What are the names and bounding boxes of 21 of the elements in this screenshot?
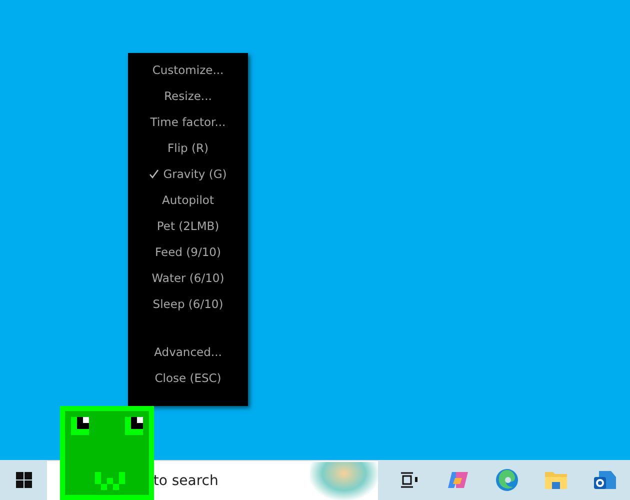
- menu-item[interactable]: Gravity (G): [149, 161, 227, 187]
- menu-item[interactable]: Flip (R): [168, 135, 208, 161]
- menu-item[interactable]: Sleep (6/10): [152, 291, 224, 317]
- menu-item[interactable]: Time factor...: [150, 109, 226, 135]
- frog-pet-drawing[interactable]: [60, 406, 154, 500]
- menu-item[interactable]: Feed (9/10): [155, 239, 221, 265]
- photo-placeholder: [310, 462, 378, 500]
- menu-item[interactable]: Resize...: [164, 83, 212, 109]
- menu-item[interactable]: Water (6/10): [152, 265, 224, 291]
- menu-item[interactable]: Pet (2LMB): [156, 213, 220, 239]
- search-field[interactable]: to search: [151, 460, 378, 500]
- menu-item[interactable]: Customize...: [152, 57, 224, 83]
- browser-icon[interactable]: [495, 468, 520, 492]
- menu-item[interactable]: Close (ESC): [154, 365, 222, 391]
- menu-item[interactable]: Autopilot: [162, 187, 214, 213]
- windows-start-icon[interactable]: [16, 472, 32, 488]
- menu-item[interactable]: Advanced...: [154, 339, 222, 365]
- task-view-icon[interactable]: [400, 472, 418, 488]
- search-input[interactable]: to search: [153, 472, 304, 488]
- folder-icon[interactable]: [544, 470, 568, 490]
- mail-app-icon[interactable]: [593, 468, 618, 492]
